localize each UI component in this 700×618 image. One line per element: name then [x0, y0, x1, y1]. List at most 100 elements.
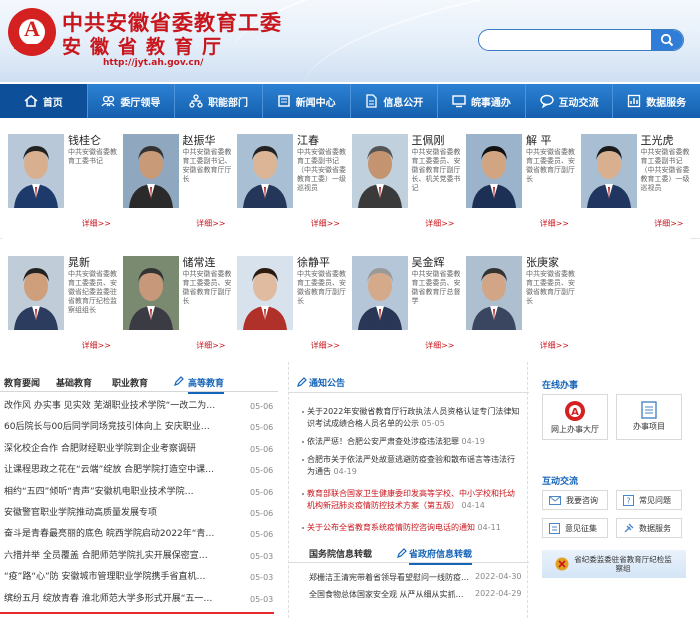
leader-photo[interactable]: [466, 256, 522, 330]
data-service-button[interactable]: 数据服务: [616, 518, 682, 538]
leader-detail-link[interactable]: 详细>>: [425, 218, 454, 229]
leader-name[interactable]: 徐静平: [297, 254, 330, 270]
news-item[interactable]: 六措并举 全员覆盖 合肥师范学院扎实开展保密宣传… 05-03: [0, 546, 278, 567]
leader-detail-link[interactable]: 详细>>: [82, 218, 111, 229]
leader-name[interactable]: 解 平: [526, 132, 552, 148]
news-title[interactable]: 60后院长与00后同学同场竞技引体向上 安庆职业技…: [4, 417, 216, 438]
nav-item-7[interactable]: 互动交流: [526, 84, 614, 118]
leader-detail-link[interactable]: 详细>>: [425, 340, 454, 351]
search-button[interactable]: [651, 30, 683, 50]
search-input[interactable]: [479, 30, 649, 50]
leader-photo[interactable]: [8, 256, 64, 330]
leader-card[interactable]: 江春 中共安徽省委教育工委副书记（中共安徽省委教育工委）一级巡视员 详细>>: [231, 122, 346, 240]
notice-item[interactable]: 关于公布全省教育系统疫情防控咨询电话的通知 04-11: [302, 522, 521, 534]
opinion-button[interactable]: 意见征集: [542, 518, 608, 538]
leader-name[interactable]: 赵振华: [183, 132, 216, 148]
news-title[interactable]: 深化校企合作 合肥财经职业学院到企业考察调研: [4, 439, 216, 460]
leader-card[interactable]: 解 平中共安徽省委教育工委委员、安徽省教育厅副厅长 详细>>: [460, 122, 575, 240]
leader-name[interactable]: 张庚家: [526, 254, 559, 270]
site-url[interactable]: http://jyt.ah.gov.cn/: [103, 58, 203, 68]
nav-item-5[interactable]: 信息公开: [351, 84, 439, 118]
leader-card[interactable]: 王光虎 中共安徽省委教育工委副书记（中共安徽省委教育工委）一级巡视员 详细>>: [574, 122, 690, 240]
discipline-banner[interactable]: 省纪委监委驻省教育厅纪检监察组: [542, 550, 686, 578]
leader-detail-link[interactable]: 详细>>: [196, 218, 225, 229]
notice-header[interactable]: 通知公告: [309, 376, 345, 389]
tab-news-2[interactable]: 基础教育: [56, 376, 92, 389]
leader-card[interactable]: 储常连 中共安徽省委教育工委委员、安徽省教育厅副厅长 详细>>: [116, 244, 232, 362]
consult-button[interactable]: 我要咨询: [542, 490, 608, 510]
news-item[interactable]: 改作风 办实事 见实效 芜湖职业技术学院“一改二为… 05-06: [0, 396, 278, 417]
leader-detail-link[interactable]: 详细>>: [540, 218, 569, 229]
leader-card[interactable]: 张庚家 中共安徽省委教育工委委员、安徽省教育厅副厅长 详细>>: [460, 244, 575, 362]
news-title[interactable]: 奋斗是青春最亮丽的底色 皖西学院启动2022年“青…: [4, 524, 216, 545]
leader-photo[interactable]: [122, 134, 179, 208]
notice-item[interactable]: 合肥市关于依法严处故意逃避防疫查验和散布谣言等违法行为通告 04-19: [302, 454, 521, 478]
tab-state-council[interactable]: 国务院信息转载: [309, 547, 372, 560]
leader-photo[interactable]: [466, 134, 522, 208]
leader-name[interactable]: 王光虎: [641, 132, 674, 148]
leader-name[interactable]: 江春: [297, 132, 319, 148]
notice-title[interactable]: 关于公布全省教育系统疫情防控咨询电话的通知: [307, 523, 475, 532]
gov-news-item[interactable]: 郑栅洁王清宪带着省领导看望慰问一线防疫人… 2022-04-30: [309, 572, 523, 583]
nav-item-2[interactable]: 委厅领导: [88, 84, 176, 118]
news-item[interactable]: 缤纷五月 绽放青春 淮北师范大学多形式开展“五一… 05-03: [0, 589, 278, 610]
service-items-button[interactable]: 办事项目: [616, 394, 682, 440]
nav-item-1[interactable]: 首页: [0, 84, 88, 118]
leader-photo[interactable]: [580, 134, 637, 208]
leader-card[interactable]: 晁新 中共安徽省委教育工委委员、安徽省纪委监委驻省教育厅纪检监察组组长 详细>>: [2, 244, 117, 362]
faq-button[interactable]: ? 常见问题: [616, 490, 682, 510]
news-title[interactable]: 让课程思政之花在“云端”绽放 合肥学院打造空中课…: [4, 460, 216, 481]
news-item[interactable]: 让课程思政之花在“云端”绽放 合肥学院打造空中课… 05-06: [0, 460, 278, 481]
news-item[interactable]: 安徽警官职业学院推动高质量发展专项 05-06: [0, 503, 278, 524]
leader-name[interactable]: 钱桂仑: [68, 132, 101, 148]
leader-card[interactable]: 赵振华 中共安徽省委教育工委副书记、安徽省教育厅厅长 详细>>: [116, 122, 232, 240]
leader-photo[interactable]: [237, 256, 293, 330]
notice-title[interactable]: 关于2022年安徽省教育厅行政执法人员资格认证专门法律知识考试成绩合格人员名单的…: [307, 407, 519, 428]
tab-news-3[interactable]: 职业教育: [112, 376, 148, 389]
leader-photo[interactable]: [351, 256, 408, 330]
notice-item[interactable]: 依法严惩！合肥公安严肃查处涉疫违法犯罪 04-19: [302, 436, 521, 448]
notice-item[interactable]: 关于2022年安徽省教育厅行政执法人员资格认证专门法律知识考试成绩合格人员名单的…: [302, 406, 521, 430]
leader-photo[interactable]: [237, 134, 293, 208]
leader-detail-link[interactable]: 详细>>: [311, 340, 340, 351]
nav-item-4[interactable]: 新闻中心: [263, 84, 351, 118]
gov-news-title[interactable]: 全国食物总体国家安全观 从严从细从实抓…: [309, 589, 469, 600]
gov-news-item[interactable]: 全国食物总体国家安全观 从严从细从实抓… 2022-04-29: [309, 589, 523, 600]
news-title[interactable]: 改作风 办实事 见实效 芜湖职业技术学院“一改二为…: [4, 396, 216, 417]
news-item[interactable]: 奋斗是青春最亮丽的底色 皖西学院启动2022年“青… 05-06: [0, 524, 278, 545]
gov-news-title[interactable]: 郑栅洁王清宪带着省领导看望慰问一线防疫人…: [309, 572, 469, 583]
leader-card[interactable]: 钱桂仑 中共安徽省委教育工委书记 详细>>: [2, 122, 117, 240]
leader-detail-link[interactable]: 详细>>: [311, 218, 340, 229]
leader-name[interactable]: 储常连: [183, 254, 216, 270]
news-item[interactable]: 60后院长与00后同学同场竞技引体向上 安庆职业技… 05-06: [0, 417, 278, 438]
leader-card[interactable]: 徐静平 中共安徽省委教育工委委员、安徽省教育厅副厅长 详细>>: [231, 244, 346, 362]
leader-photo[interactable]: [8, 134, 64, 208]
leader-name[interactable]: 王佩刚: [412, 132, 445, 148]
leader-photo[interactable]: [122, 256, 179, 330]
leader-detail-link[interactable]: 详细>>: [196, 340, 225, 351]
site-logo[interactable]: A: [8, 8, 56, 56]
nav-item-8[interactable]: 数据服务: [613, 84, 700, 118]
nav-item-3[interactable]: 职能部门: [175, 84, 263, 118]
notice-item[interactable]: 教育部联合国家卫生健康委印发高等学校、中小学校和托幼机构新冠肺炎疫情防控技术方案…: [302, 488, 521, 512]
online-hall-button[interactable]: A 网上办事大厅: [542, 394, 608, 440]
news-title[interactable]: “疫”路“心”防 安徽城市管理职业学院携手省直机…: [4, 567, 216, 588]
leader-name[interactable]: 晁新: [68, 254, 90, 270]
leader-detail-link[interactable]: 详细>>: [540, 340, 569, 351]
nav-item-6[interactable]: 皖事通办: [438, 84, 526, 118]
news-item[interactable]: “疫”路“心”防 安徽城市管理职业学院携手省直机… 05-03: [0, 567, 278, 588]
news-item[interactable]: 深化校企合作 合肥财经职业学院到企业考察调研 05-06: [0, 439, 278, 460]
leader-detail-link[interactable]: 详细>>: [654, 218, 683, 229]
leader-detail-link[interactable]: 详细>>: [82, 340, 111, 351]
news-title[interactable]: 缤纷五月 绽放青春 淮北师范大学多形式开展“五一…: [4, 589, 216, 610]
leader-name[interactable]: 吴金辉: [412, 254, 445, 270]
leader-photo[interactable]: [351, 134, 408, 208]
notice-title[interactable]: 依法严惩！合肥公安严肃查处涉疫违法犯罪: [307, 437, 459, 446]
leader-card[interactable]: 王佩刚 中共安徽省委教育工委委员、安徽省教育厅副厅长、机关党委书记 详细>>: [345, 122, 461, 240]
news-title[interactable]: 六措并举 全员覆盖 合肥师范学院扎实开展保密宣传…: [4, 546, 216, 567]
tab-news-1[interactable]: 教育要闻: [4, 376, 40, 389]
leader-card[interactable]: 吴金辉 中共安徽省委教育工委委员、安徽省教育厅总督学 详细>>: [345, 244, 461, 362]
news-title[interactable]: 安徽警官职业学院推动高质量发展专项: [4, 503, 216, 524]
tab-news-4[interactable]: 高等教育: [188, 376, 225, 394]
tab-province-gov[interactable]: 省政府信息转载: [409, 547, 473, 565]
